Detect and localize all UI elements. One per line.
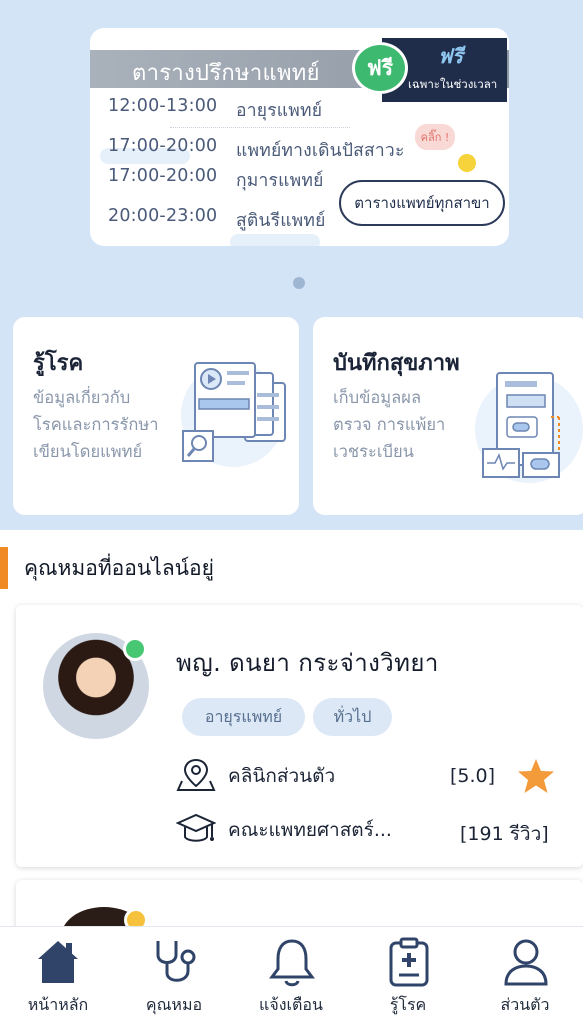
nav-label: รู้โรค <box>389 995 427 1014</box>
bottom-nav: หน้าหลัก คุณหมอ แจ้งเตือน รู้โรค ส่วนตัว <box>0 926 583 1024</box>
medical-clipboard-icon <box>389 937 429 987</box>
card-desc-line: เวชระเบียน <box>333 442 414 461</box>
disease-info-card[interactable]: รู้โรค ข้อมูลเกี่ยวกับ โรคและการรักษา เข… <box>13 317 299 515</box>
schedule-specialty: สูตินรีแพทย์ <box>236 211 326 231</box>
card-desc-line: เขียนโดยแพทย์ <box>33 442 143 461</box>
free-badge: ฟรี <box>352 42 408 94</box>
nav-home[interactable]: หน้าหลัก <box>0 927 116 1024</box>
card-desc-line: ตรวจ การแพ้ยา <box>333 415 446 434</box>
rating-value: [5.0] <box>450 765 496 787</box>
documents-illustration-icon <box>181 362 286 467</box>
banner-title: ตารางปรึกษาแพทย์ <box>132 61 320 86</box>
card-desc-line: เก็บข้อมูลผล <box>333 388 422 407</box>
click-bubble: คลิ๊ก ! <box>415 124 455 150</box>
card-desc-line: ข้อมูลเกี่ยวกับ <box>33 388 131 407</box>
free-period-label: ฟรี <box>438 44 463 68</box>
doctor-card[interactable]: พญ. ดนยา กระจ่างวิทยา อายุรแพทย์ ทั่วไป … <box>16 605 583 867</box>
nav-disease[interactable]: รู้โรค <box>350 927 466 1024</box>
graduation-cap-icon <box>176 813 216 842</box>
stethoscope-icon <box>156 941 196 982</box>
schedule-specialty: แพทย์ทางเดินปัสสาวะ <box>236 141 405 161</box>
doctor-name: พญ. ดนยา กระจ่างวิทยา <box>176 649 439 677</box>
nav-notifications[interactable]: แจ้งเตือน <box>233 927 349 1024</box>
review-count[interactable]: [191 รีวิว] <box>460 819 549 849</box>
free-period-note: เฉพาะในช่วงเวลา <box>408 77 498 91</box>
consult-schedule-banner[interactable]: ตารางปรึกษาแพทย์ ฟรี เฉพาะในช่วงเวลา ฟรี… <box>90 28 509 246</box>
medical-record-illustration-icon <box>475 372 583 483</box>
education-label: คณะแพทยศาสตร์... <box>228 819 392 841</box>
specialty-tag: อายุรแพทย์ <box>182 698 305 736</box>
nav-doctors[interactable]: คุณหมอ <box>116 927 232 1024</box>
card-title: รู้โรค <box>33 351 84 376</box>
schedule-time: 17:00-20:00 <box>108 166 218 186</box>
online-doctors-title: คุณหมอที่ออนไลน์อยู่ <box>24 556 214 580</box>
card-title: บันทึกสุขภาพ <box>333 351 460 376</box>
bell-icon <box>269 939 315 987</box>
carousel-indicator[interactable] <box>293 277 305 289</box>
section-accent-bar <box>0 547 8 589</box>
nav-label: คุณหมอ <box>145 995 203 1014</box>
schedule-specialty: กุมารแพทย์ <box>236 171 324 191</box>
schedule-time: 12:00-13:00 <box>108 96 218 116</box>
schedule-time: 20:00-23:00 <box>108 206 218 226</box>
card-desc-line: โรคและการรักษา <box>33 415 159 434</box>
all-schedule-button[interactable]: ตารางแพทย์ทุกสาขา <box>339 180 505 226</box>
divider <box>170 127 350 128</box>
map-pin-icon <box>176 758 216 791</box>
schedule-time: 17:00-20:00 <box>108 136 218 156</box>
user-icon <box>504 939 548 986</box>
nav-profile[interactable]: ส่วนตัว <box>467 927 583 1024</box>
specialty-tag: ทั่วไป <box>313 698 392 736</box>
star-icon <box>518 759 554 793</box>
online-status-dot <box>123 637 147 661</box>
nav-label: แจ้งเตือน <box>259 995 323 1014</box>
clinic-label: คลินิกส่วนตัว <box>228 765 336 787</box>
health-record-card[interactable]: บันทึกสุขภาพ เก็บข้อมูลผล ตรวจ การแพ้ยา … <box>313 317 583 515</box>
bird-icon <box>458 154 476 172</box>
cloud-decoration <box>230 234 320 246</box>
home-icon <box>38 941 78 983</box>
nav-label: ส่วนตัว <box>500 995 550 1014</box>
nav-label: หน้าหลัก <box>27 995 89 1014</box>
schedule-specialty: อายุรแพทย์ <box>236 101 323 121</box>
